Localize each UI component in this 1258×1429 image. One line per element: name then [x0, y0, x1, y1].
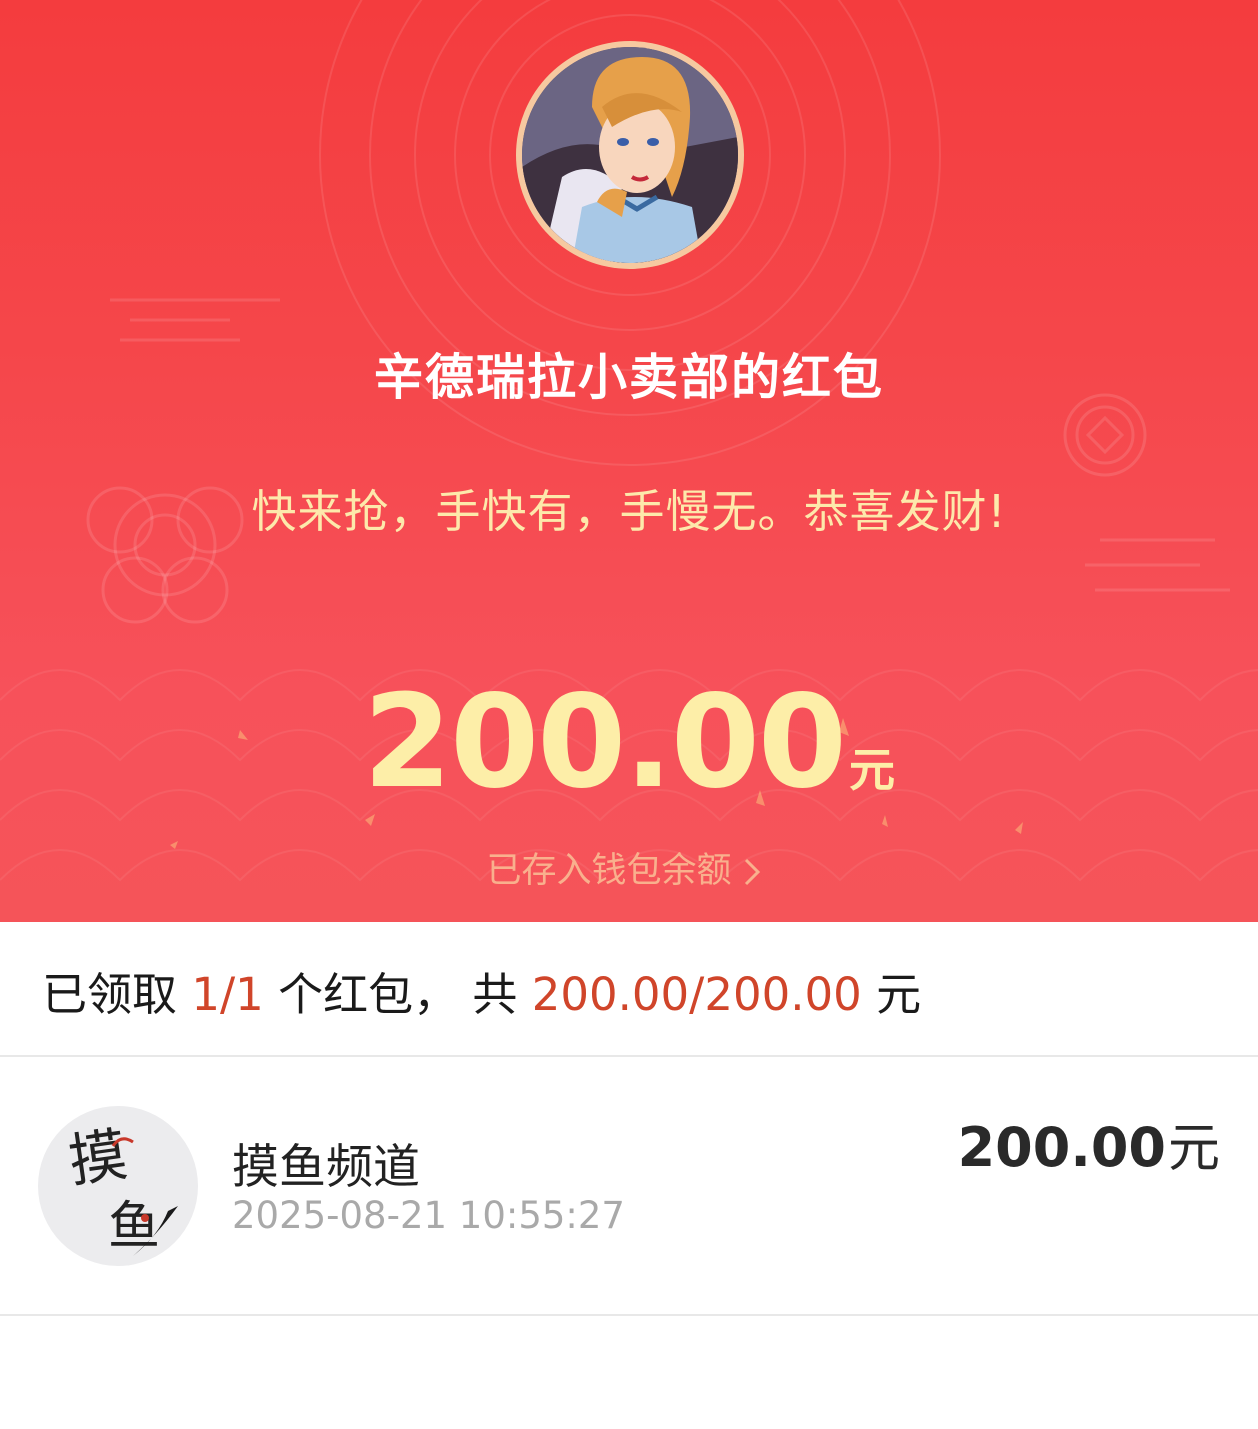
claimed-total: 200.00/200.00 [531, 968, 862, 1021]
claim-amount-value: 200.00 [957, 1116, 1166, 1179]
red-packet-header: 辛德瑞拉小卖部的红包 快来抢，手快有，手慢无。恭喜发财! 200.00元 已存入… [0, 0, 1258, 922]
summary-prefix: 已领取 [42, 968, 178, 1021]
cartoon-portrait-icon [522, 47, 738, 263]
recipient-avatar[interactable]: 摸 鱼 [38, 1106, 198, 1266]
divider [0, 1055, 1258, 1057]
amount-value: 200.00 [363, 668, 847, 817]
svg-text:摸: 摸 [64, 1120, 131, 1195]
summary-total-label: 共 [472, 968, 518, 1021]
amount-unit: 元 [848, 743, 895, 797]
calligraphy-fish-avatar-icon: 摸 鱼 [64, 1120, 178, 1257]
claim-timestamp: 2025-08-21 10:55:27 [232, 1194, 625, 1237]
amount-display: 200.00元 [0, 668, 1258, 817]
summary-middle: 个红包， [278, 968, 459, 1021]
summary-unit: 元 [876, 968, 922, 1021]
recipient-name: 摸鱼频道 [232, 1140, 420, 1195]
divider [0, 1314, 1258, 1316]
wallet-balance-link[interactable]: 已存入钱包余额 [0, 842, 1258, 893]
svg-text:鱼: 鱼 [108, 1197, 160, 1257]
sender-avatar[interactable] [522, 47, 738, 263]
chevron-right-icon [744, 858, 760, 886]
greeting-message: 快来抢，手快有，手慢无。恭喜发财! [251, 485, 1007, 538]
claim-summary: 已领取 1/1 个红包， 共 200.00/200.00 元 [42, 958, 921, 1023]
claimed-count: 1/1 [191, 968, 264, 1021]
claim-amount: 200.00元 [958, 1106, 1220, 1181]
claim-amount-unit: 元 [1167, 1119, 1220, 1179]
sender-title: 辛德瑞拉小卖部的红包 [373, 349, 884, 406]
wallet-link-label: 已存入钱包余额 [486, 851, 732, 891]
